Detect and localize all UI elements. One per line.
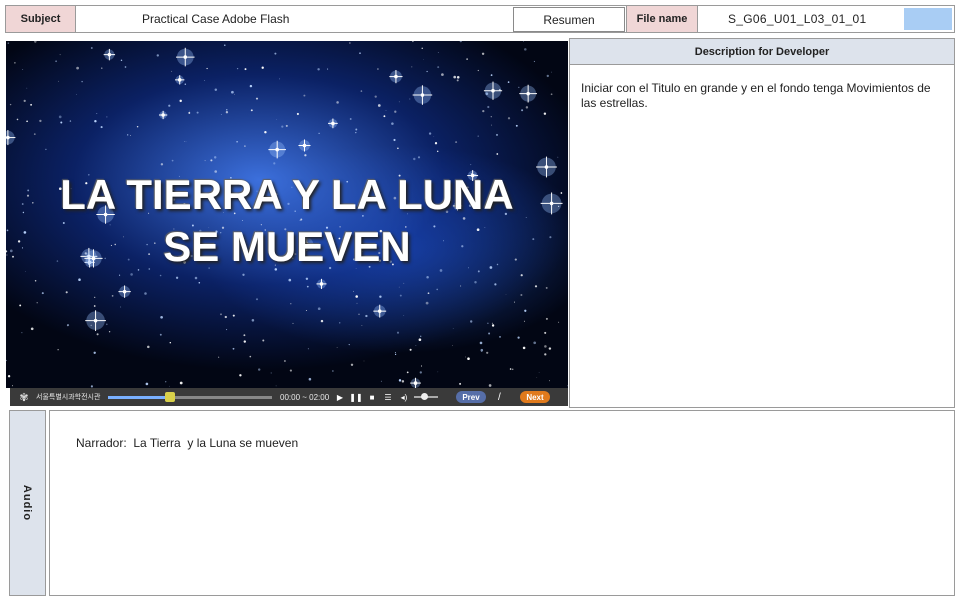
subject-label: Subject	[6, 6, 76, 32]
stop-icon[interactable]: ■	[364, 390, 380, 404]
description-text: Iniciar con el Titulo en grande y en el …	[581, 81, 931, 110]
seek-bar-fill	[108, 395, 171, 399]
audio-label: Audio	[9, 410, 46, 596]
developer-description-panel: Description for Developer Iniciar con el…	[569, 38, 955, 408]
seek-bar[interactable]	[108, 391, 272, 402]
slide-title: LA TIERRA Y LA LUNA SE MUEVEN	[60, 171, 514, 270]
next-button[interactable]: Next	[520, 391, 550, 403]
description-heading: Description for Developer	[570, 39, 954, 65]
audio-label-text: Audio	[21, 484, 34, 522]
header-bar: Subject Practical Case Adobe Flash Resum…	[5, 5, 955, 33]
organization-name: 서울특별시과학전시관	[36, 394, 101, 401]
resumen-button[interactable]: Resumen	[513, 7, 625, 32]
prev-button[interactable]: Prev	[456, 391, 486, 403]
file-name-label: File name	[626, 6, 698, 32]
volume-icon[interactable]: ◂)	[396, 390, 412, 404]
audio-script-panel: Narrador: La Tierra y la Luna se mueven	[49, 410, 955, 596]
narrator-text: Narrador: La Tierra y la Luna se mueven	[76, 436, 299, 450]
file-color-swatch	[904, 8, 952, 30]
nav-separator: /	[498, 391, 501, 403]
subject-value: Practical Case Adobe Flash	[142, 12, 290, 26]
slide-preview: LA TIERRA Y LA LUNA SE MUEVEN	[6, 41, 568, 388]
time-display: 00:00 ~ 02:00	[280, 392, 330, 402]
play-icon[interactable]: ▶	[332, 390, 348, 404]
list-icon[interactable]: ☰	[380, 390, 396, 404]
player-controls: ✾ 서울특별시과학전시관 00:00 ~ 02:00 ▶ ❚❚ ■ ☰ ◂) P…	[10, 388, 568, 406]
logo-icon: ✾	[19, 391, 29, 404]
seek-handle[interactable]	[165, 391, 176, 402]
file-name-value: S_G06_U01_L03_01_01	[728, 12, 867, 26]
volume-handle[interactable]	[420, 393, 428, 400]
volume-slider[interactable]	[414, 393, 438, 400]
pause-icon[interactable]: ❚❚	[348, 390, 364, 404]
